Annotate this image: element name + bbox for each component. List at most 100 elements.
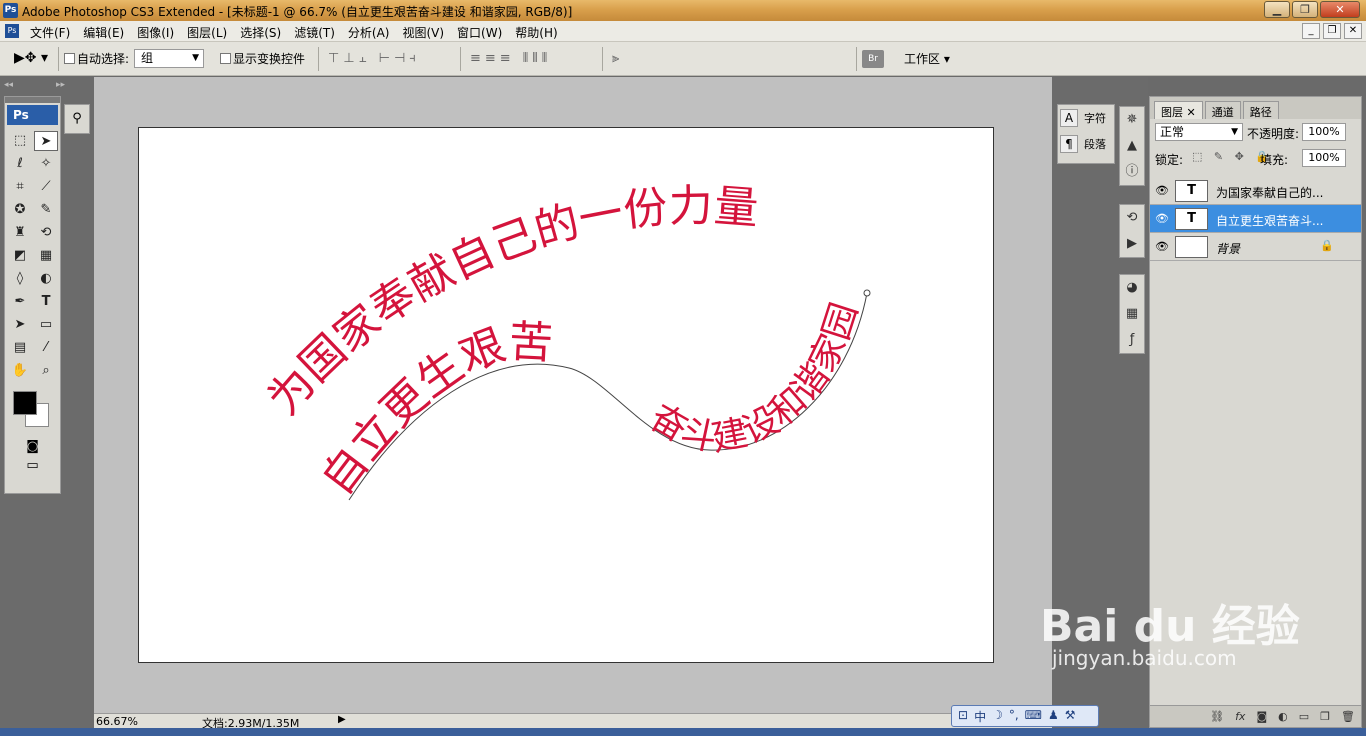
minimize-button[interactable]: ▁ [1264,1,1290,18]
adjustment-layer-icon[interactable]: ◐ [1278,706,1288,727]
quick-mask-icon[interactable]: ◙ [5,435,60,454]
auto-select-dropdown[interactable]: 组 ▼ [134,49,204,68]
color-icon[interactable]: ◕ [1120,275,1144,301]
distribute-icons[interactable]: ≡≡≡ ⫴⫴⫴ [470,51,551,66]
align-icons[interactable]: ⊤⊥⫠ ⊢⊣⫞ [328,51,420,66]
info-icon[interactable]: ⓘ [1120,159,1144,185]
layer-row-selected[interactable]: 👁 T 自立更生艰苦奋斗... [1150,205,1361,233]
layer-mask-icon[interactable]: ◙ [1256,706,1267,727]
marquee-tool-icon[interactable]: ⬚ [8,131,32,151]
dock-collapse-arrows[interactable]: ◂◂ ▸▸ [4,80,90,90]
tab-channels[interactable]: 通道 [1204,101,1241,119]
ime-tool-icon[interactable]: ⚒ [1065,708,1076,724]
dodge-tool-icon[interactable]: ◐ [34,269,58,289]
document-canvas[interactable]: 为国家奉献自己的一份力量 自立更生艰苦 奋斗建设和谐家园 [138,127,994,663]
menu-help[interactable]: 帮助(H) [515,24,557,41]
zoom-tool-icon[interactable]: ⌕ [34,361,58,381]
workspace-button[interactable]: 工作区 ▾ [904,50,950,67]
lock-icon: 🔒 [1320,239,1334,252]
gradient-tool-icon[interactable]: ▦ [34,246,58,266]
eraser-tool-icon[interactable]: ◩ [8,246,32,266]
bridge-button[interactable]: Br [862,50,884,68]
doc-restore-button[interactable]: ❐ [1323,23,1341,39]
navigator-panel-icons: ✵ ▲ ⓘ [1119,106,1145,186]
swatches-icon[interactable]: ▦ [1120,301,1144,327]
auto-align-icon[interactable]: ⫸ [612,51,623,66]
crop-tool-icon[interactable]: ⌗ [8,177,32,197]
fill-field[interactable]: 100% [1302,149,1346,167]
doc-close-button[interactable]: ✕ [1344,23,1362,39]
tab-layers[interactable]: 图层 ✕ [1154,101,1203,119]
character-label: 字符 [1084,112,1106,125]
restore-button[interactable]: ❐ [1292,1,1318,18]
move-tool-preset-icon[interactable]: ▶✥ ▾ [14,50,48,66]
navigator-icon[interactable]: ✵ [1120,107,1144,133]
clone-stamp-tool-icon[interactable]: ♜ [8,223,32,243]
menu-select[interactable]: 选择(S) [240,24,281,41]
menu-file[interactable]: 文件(F) [30,24,70,41]
magic-wand-tool-icon[interactable]: ✧ [34,154,58,174]
canvas-arc-text[interactable]: 为国家奉献自己的一份力量 [258,181,760,425]
move-tool-icon[interactable]: ➤ [34,131,58,151]
menu-layer[interactable]: 图层(L) [187,24,227,41]
menu-window[interactable]: 窗口(W) [457,24,502,41]
screen-mode-icon[interactable]: ▭ [5,454,60,473]
menu-image[interactable]: 图像(I) [137,24,174,41]
text-layer-thumbnail: T [1175,208,1208,230]
blur-tool-icon[interactable]: ◊ [8,269,32,289]
tool-presets-icon[interactable]: ⚲ [64,104,90,134]
doc-minimize-button[interactable]: _ [1302,23,1320,39]
menu-edit[interactable]: 编辑(E) [83,24,124,41]
ime-mode[interactable]: 中 [974,708,986,724]
auto-select-checkbox[interactable]: 自动选择: [64,50,129,67]
new-layer-icon[interactable]: ❐ [1320,706,1330,727]
ime-keyboard-icon[interactable]: ⌨ [1025,708,1042,724]
history-brush-tool-icon[interactable]: ⟲ [34,223,58,243]
type-tool-icon[interactable]: T [34,292,58,312]
ime-logo-icon[interactable]: ⊡ [958,708,968,724]
status-menu-arrow-icon[interactable]: ▶ [338,714,346,725]
ime-user-icon[interactable]: ♟ [1048,708,1059,724]
lasso-tool-icon[interactable]: ℓ [8,154,32,174]
menu-view[interactable]: 视图(V) [402,24,444,41]
tab-paths[interactable]: 路径 [1242,101,1279,119]
histogram-icon[interactable]: ▲ [1120,133,1144,159]
menu-filter[interactable]: 滤镜(T) [294,24,335,41]
eye-icon[interactable]: 👁 [1155,240,1169,253]
brush-tool-icon[interactable]: ✎ [34,200,58,220]
close-button[interactable]: ✕ [1320,1,1360,18]
path-selection-tool-icon[interactable]: ➤ [8,315,32,335]
layer-row[interactable]: 👁 背景 🔒 [1150,233,1361,261]
trash-icon[interactable]: 🗑 [1341,706,1355,727]
shape-tool-icon[interactable]: ▭ [34,315,58,335]
document-icon[interactable]: Ps [5,24,19,38]
paragraph-panel-button[interactable]: ¶ 段落 [1058,131,1114,157]
layer-style-icon[interactable]: fx [1235,706,1245,727]
menu-analysis[interactable]: 分析(A) [348,24,390,41]
zoom-level[interactable]: 66.67% [96,715,138,728]
ime-toolbar[interactable]: ⊡ 中 ☽ °, ⌨ ♟ ⚒ [951,705,1099,727]
link-layers-icon[interactable]: ⛓ [1210,706,1224,727]
foreground-color-swatch[interactable] [13,391,37,415]
canvas-wave-text-2[interactable]: 奋斗建设和谐家园 [643,298,866,460]
hand-tool-icon[interactable]: ✋ [8,361,32,381]
show-transform-checkbox[interactable]: 显示变换控件 [220,50,305,67]
opacity-field[interactable]: 100% [1302,123,1346,141]
styles-icon[interactable]: ƒ [1120,327,1144,353]
healing-brush-tool-icon[interactable]: ✪ [8,200,32,220]
eyedropper-tool-icon[interactable]: ⁄ [34,338,58,358]
notes-tool-icon[interactable]: ▤ [8,338,32,358]
layer-row[interactable]: 👁 T 为国家奉献自己的... [1150,177,1361,205]
new-group-icon[interactable]: ▭ [1299,706,1309,727]
pen-tool-icon[interactable]: ✒ [8,292,32,312]
ime-moon-icon[interactable]: ☽ [992,708,1003,724]
actions-icon[interactable]: ▶ [1120,231,1144,257]
character-panel-button[interactable]: A 字符 [1058,105,1114,131]
layer-name: 自立更生艰苦奋斗... [1216,214,1324,228]
eye-icon[interactable]: 👁 [1155,184,1169,197]
history-icon[interactable]: ⟲ [1120,205,1144,231]
eye-icon[interactable]: 👁 [1155,212,1169,225]
blend-mode-dropdown[interactable]: 正常 ▼ [1155,123,1243,141]
slice-tool-icon[interactable]: ⟋ [34,177,58,197]
ime-punct-icon[interactable]: °, [1009,708,1019,724]
